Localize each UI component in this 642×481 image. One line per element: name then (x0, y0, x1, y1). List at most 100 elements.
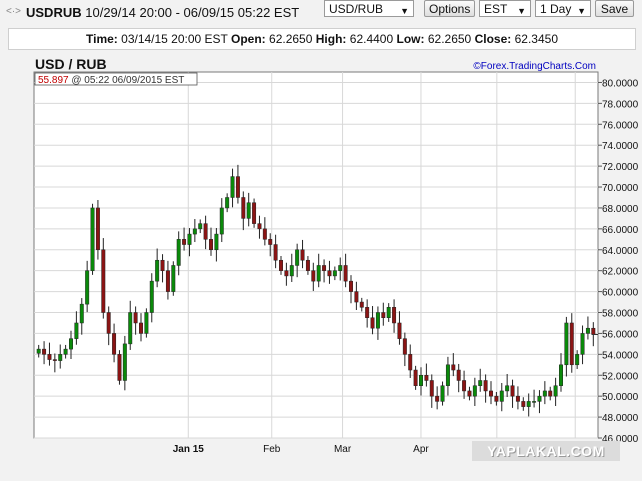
candle-body (478, 380, 483, 386)
candle-body (365, 307, 370, 318)
candle-body (402, 338, 407, 355)
y-tick-label: 58.0000 (602, 309, 639, 320)
candle-body (90, 207, 95, 271)
candle-body (419, 375, 423, 386)
candle-body (160, 259, 165, 271)
candle-body (112, 333, 117, 355)
candle-body (462, 380, 467, 392)
x-tick-label: Mar (334, 444, 352, 455)
candle-body (316, 265, 321, 282)
candle-body (526, 401, 531, 407)
y-tick-label: 54.0000 (602, 350, 639, 361)
candle-body (542, 390, 547, 397)
y-tick-label: 48.0000 (602, 413, 639, 424)
candle-body (284, 270, 289, 277)
chevron-down-icon: ▼ (400, 6, 409, 16)
candle-body (408, 354, 413, 371)
candle-body (187, 233, 192, 245)
candle-body (144, 312, 149, 334)
save-button[interactable]: Save (595, 0, 634, 17)
y-tick-label: 60.0000 (602, 288, 639, 299)
candle-body (305, 259, 310, 271)
candle-body (515, 395, 520, 402)
time-value: 03/14/15 20:00 EST (121, 32, 228, 46)
timezone-select[interactable]: EST ▼ (479, 0, 531, 17)
open-value: 62.2650 (269, 32, 313, 46)
candle-body (564, 322, 569, 366)
y-tick-label: 70.0000 (602, 183, 639, 194)
candle-body (122, 343, 127, 381)
candle-body (575, 354, 580, 366)
candle-body (155, 259, 160, 282)
candle-body (235, 176, 240, 198)
candle-body (203, 223, 208, 240)
chevron-down-icon: ▼ (517, 6, 526, 16)
time-label: Time: (86, 32, 118, 46)
symbol-select[interactable]: USD/RUB ▼ (324, 0, 414, 17)
y-tick-label: 50.0000 (602, 392, 639, 403)
price-chart[interactable]: 46.000048.000050.000052.000054.000056.00… (0, 54, 642, 459)
y-tick-label: 78.0000 (602, 99, 639, 110)
candle-body (279, 259, 283, 271)
candle-body (63, 348, 68, 355)
candle-body (327, 270, 332, 277)
symbol-range-label: USDRUB 10/29/14 20:00 - 06/09/15 05:22 E… (26, 5, 299, 20)
interval-select[interactable]: 1 Day ▼ (535, 0, 591, 17)
candle-body (322, 265, 327, 271)
candle-body (47, 354, 52, 360)
candle-body (252, 202, 257, 224)
candle-body (548, 390, 553, 397)
candle-body (128, 312, 133, 345)
candle-body (95, 207, 100, 251)
candle-body (397, 322, 402, 339)
top-toolbar: <·> USDRUB 10/29/14 20:00 - 06/09/15 05:… (0, 0, 642, 24)
candle-body (117, 354, 122, 381)
y-tick-label: 80.0000 (602, 78, 639, 89)
candle-body (451, 364, 456, 371)
options-button[interactable]: Options (424, 0, 475, 17)
candle-body (69, 338, 73, 350)
candle-body (499, 390, 504, 402)
candle-body (370, 317, 375, 329)
candle-body (472, 385, 477, 397)
y-tick-label: 72.0000 (602, 162, 639, 173)
candle-body (241, 197, 246, 219)
candle-body (532, 401, 537, 403)
y-tick-label: 68.0000 (602, 204, 639, 215)
candle-body (440, 385, 445, 402)
candle-body (580, 333, 585, 355)
candle-body (424, 375, 429, 381)
candle-body (171, 265, 176, 292)
candle-body (101, 249, 106, 313)
candle-body (585, 327, 590, 334)
candle-body (375, 312, 380, 329)
source-link[interactable]: ©Forex.TradingCharts.Com (473, 61, 596, 72)
y-axis: 46.000048.000050.000052.000054.000056.00… (598, 78, 639, 445)
candle-body (569, 322, 574, 366)
candle-body (381, 312, 386, 318)
y-tick-label: 56.0000 (602, 329, 639, 340)
candle-body (262, 228, 267, 240)
candle-body (494, 395, 499, 402)
candle-body (311, 270, 316, 282)
candle-body (553, 385, 558, 397)
close-label: Close: (474, 32, 512, 46)
candle-body (198, 223, 203, 230)
candle-body (74, 322, 79, 339)
candle-body (268, 239, 273, 245)
plot-area (33, 71, 599, 439)
candle-body (58, 354, 63, 361)
watermark: YAPLAKAL.COM (472, 441, 620, 461)
interval-select-value: 1 Day (540, 2, 572, 16)
candle-body (349, 280, 353, 292)
y-tick-label: 76.0000 (602, 120, 639, 131)
low-value: 62.2650 (427, 32, 472, 46)
candle-body (413, 369, 418, 386)
candle-body (338, 265, 343, 271)
low-label: Low: (396, 32, 425, 46)
chart-title: USD / RUB (35, 56, 107, 72)
candle-body (354, 291, 359, 303)
candle-body (85, 270, 90, 305)
nav-arrows-icon[interactable]: <·> (6, 6, 21, 17)
candle-body (392, 307, 397, 324)
